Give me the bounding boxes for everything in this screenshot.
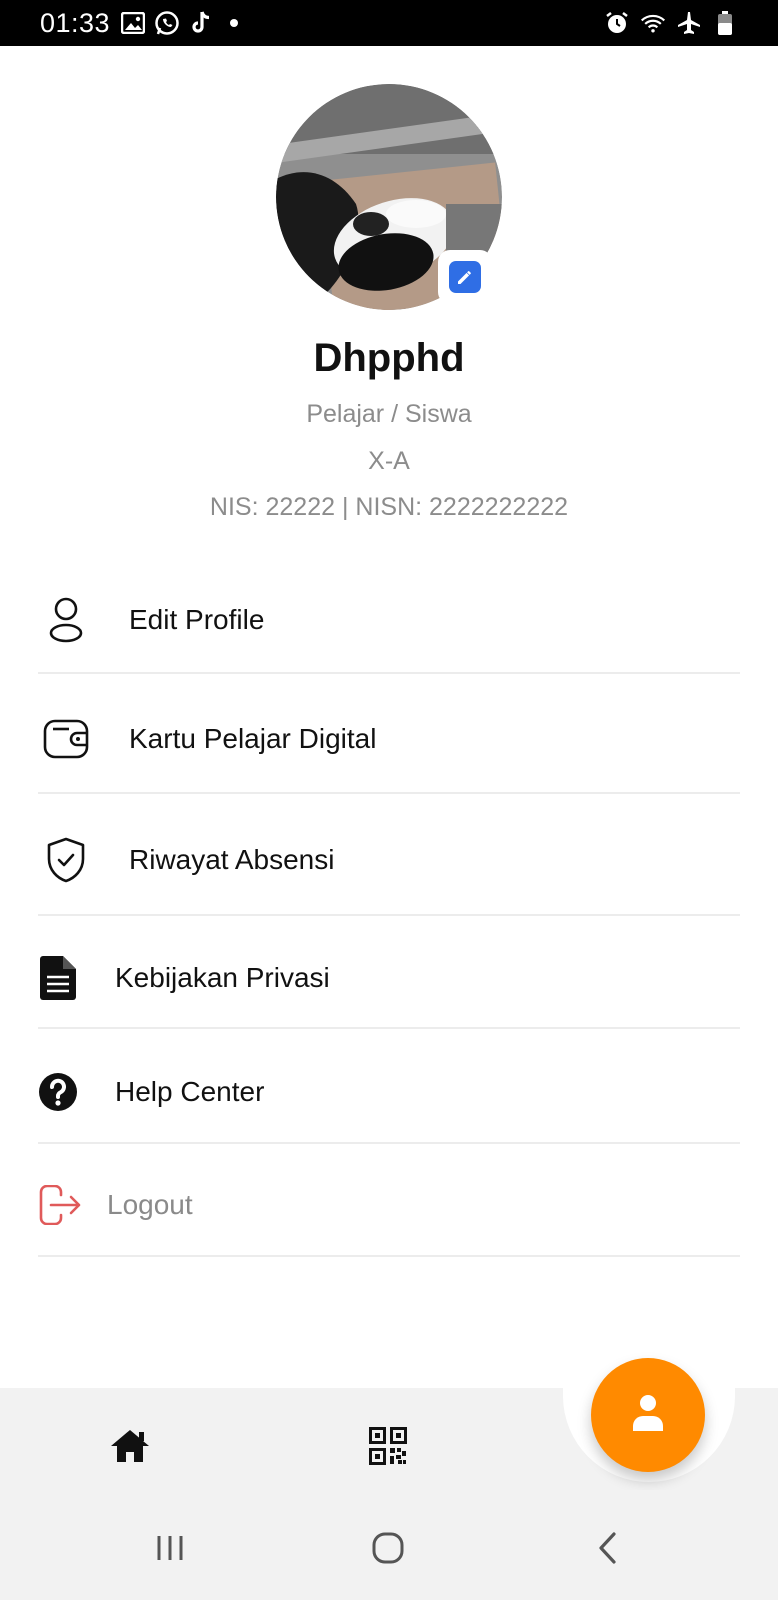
wallet-icon xyxy=(41,714,91,764)
battery-icon xyxy=(712,10,738,36)
menu-label: Kebijakan Privasi xyxy=(115,961,330,993)
edit-avatar-button[interactable] xyxy=(438,250,492,304)
recent-apps-icon xyxy=(154,1533,186,1568)
menu-item-kebijakan-privasi[interactable]: Kebijakan Privasi xyxy=(38,928,740,1029)
status-bar: 01:33 xyxy=(0,0,778,46)
home-circle-icon xyxy=(371,1531,405,1570)
qr-code-icon xyxy=(369,1426,407,1470)
menu-label: Edit Profile xyxy=(129,604,265,635)
image-icon xyxy=(120,10,146,36)
menu-item-kartu-pelajar[interactable]: Kartu Pelajar Digital xyxy=(38,686,740,794)
tiktok-icon xyxy=(188,10,214,36)
home-icon xyxy=(109,1428,151,1469)
logout-icon xyxy=(38,1180,82,1230)
question-circle-icon xyxy=(38,1067,78,1117)
document-icon xyxy=(38,953,78,1003)
status-left-icons xyxy=(120,10,238,36)
airplane-icon xyxy=(676,10,702,36)
menu-item-help-center[interactable]: Help Center xyxy=(38,1041,740,1144)
menu-label: Logout xyxy=(107,1188,193,1220)
system-home-button[interactable] xyxy=(366,1528,410,1572)
edit-icon xyxy=(449,261,481,293)
menu-label: Riwayat Absensi xyxy=(129,844,335,875)
status-time: 01:33 xyxy=(40,8,111,38)
whatsapp-icon xyxy=(154,10,180,36)
status-right-icons xyxy=(604,10,738,36)
system-back-button[interactable] xyxy=(586,1528,630,1572)
menu-item-riwayat-absensi[interactable]: Riwayat Absensi xyxy=(38,806,740,916)
bottom-nav-edge xyxy=(0,1388,578,1412)
nav-qr-button[interactable] xyxy=(358,1418,418,1478)
recent-apps-button[interactable] xyxy=(148,1528,192,1572)
alarm-icon xyxy=(604,10,630,36)
menu-label: Kartu Pelajar Digital xyxy=(129,723,377,754)
back-icon xyxy=(596,1531,620,1570)
user-icon xyxy=(41,595,91,645)
profile-name: Dhpphd xyxy=(313,336,465,380)
profile-role: Pelajar / Siswa xyxy=(306,400,472,428)
avatar-container[interactable] xyxy=(276,84,502,310)
profile-icon xyxy=(631,1393,665,1438)
profile-ids: NIS: 22222 | NISN: 2222222222 xyxy=(209,493,569,521)
nav-home-button[interactable] xyxy=(100,1418,160,1478)
menu-label: Help Center xyxy=(115,1075,265,1107)
wifi-icon xyxy=(640,10,666,36)
menu-item-edit-profile[interactable]: Edit Profile xyxy=(38,568,740,674)
shield-check-icon xyxy=(41,835,91,885)
nav-profile-button[interactable] xyxy=(591,1358,705,1472)
menu-item-logout[interactable]: Logout xyxy=(38,1154,740,1257)
profile-class: X-A xyxy=(368,447,410,475)
dot-icon xyxy=(230,19,238,27)
